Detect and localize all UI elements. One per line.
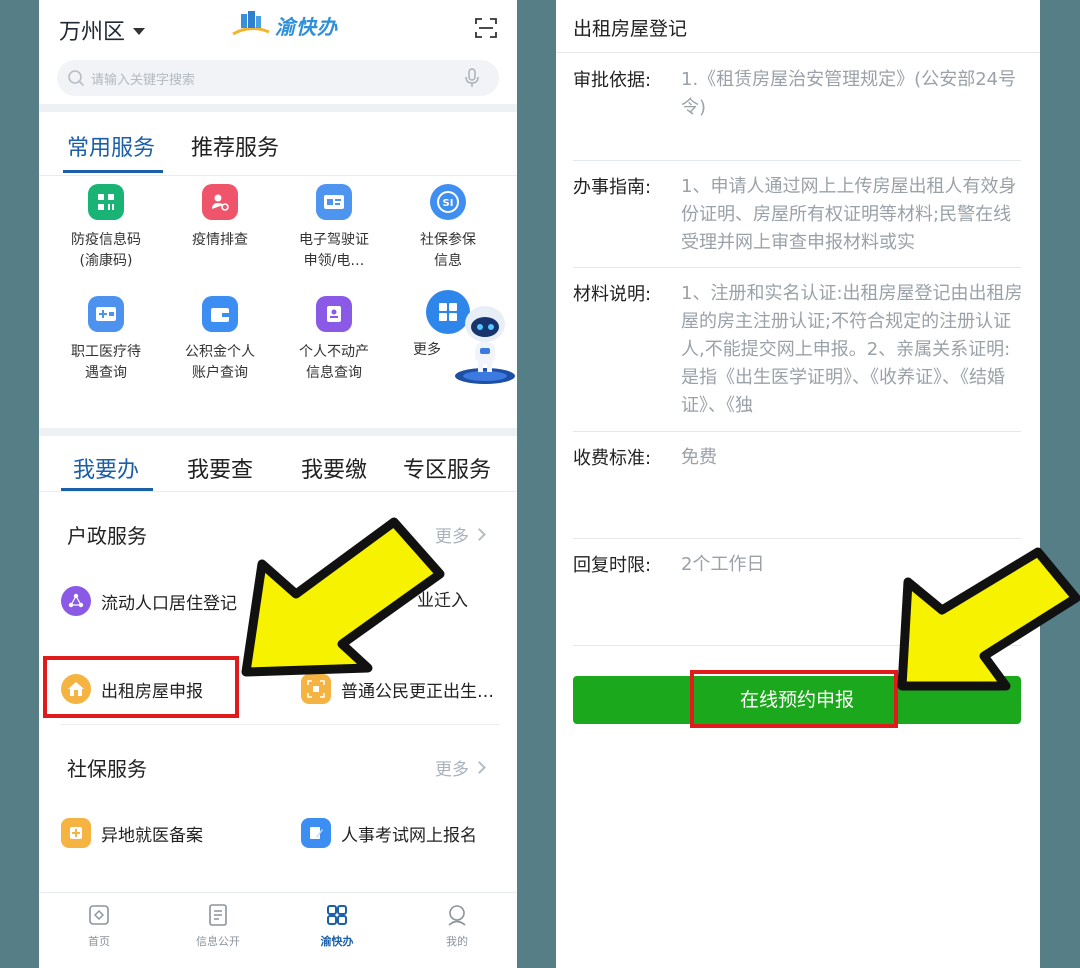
nav-yukuaiban[interactable]: 渝快办: [297, 903, 377, 949]
nav-label: 信息公开: [196, 935, 240, 948]
detail-row-guide: 办事指南: 1、申请人通过网上上传房屋出租人有效身份证明、房屋所有权证明等材料;…: [573, 161, 1021, 268]
service-tabs: 常用服务 推荐服务: [39, 112, 517, 176]
active-tab-indicator: [61, 488, 153, 491]
search-icon: [68, 70, 85, 87]
highlight-box: [690, 670, 898, 728]
detail-row-approval-basis: 审批依据: 1.《租赁房屋治安管理规定》(公安部24号令): [573, 54, 1021, 161]
grid-label: 电子驾驶证 申领/电…: [299, 232, 369, 269]
share-nodes-icon: [61, 586, 91, 616]
row-label: 收费标准:: [573, 448, 652, 469]
grid-item-driver-license[interactable]: 电子驾驶证 申领/电…: [275, 184, 393, 272]
scan-icon[interactable]: [475, 18, 497, 38]
region-label: 万州区: [59, 20, 126, 45]
search-bar[interactable]: 请输入关键字搜索: [57, 60, 499, 96]
divider: [39, 104, 517, 112]
right-phone-screen: 出租房屋登记 审批依据: 1.《租赁房屋治安管理规定》(公安部24号令) 办事指…: [556, 0, 1040, 968]
nav-label: 我的: [446, 935, 468, 948]
row-value: 免费: [681, 447, 717, 468]
grid-item-health-code[interactable]: 防疫信息码 (渝康码): [47, 184, 165, 272]
social-security-icon: SI: [430, 184, 466, 220]
nav-mine[interactable]: 我的: [417, 903, 497, 949]
medical-card-icon: [88, 296, 124, 332]
section-title-social-security: 社保服务: [67, 757, 147, 781]
grid-label: 社保参保 信息: [420, 232, 476, 269]
grid-label: 防疫信息码 (渝康码): [71, 232, 141, 269]
detail-row-materials: 材料说明: 1、注册和实名认证:出租房屋登记由出租房屋的房主注册认证;不符合规定…: [573, 268, 1023, 432]
logo-text: 渝快办: [275, 14, 338, 39]
property-icon: [316, 296, 352, 332]
row-value: 1、申请人通过网上上传房屋出租人有效身份证明、房屋所有权证明等材料;民警在线受理…: [681, 176, 1017, 253]
grid-label: 公积金个人 账户查询: [185, 344, 255, 381]
page-title: 出租房屋登记: [573, 18, 688, 40]
divider: [61, 724, 499, 725]
grid-label: 个人不动产 信息查询: [299, 344, 369, 381]
active-tab-indicator: [63, 170, 163, 173]
chevron-right-icon: [473, 528, 486, 541]
service-label: 流动人口居住登记: [101, 593, 237, 614]
row-label: 办事指南:: [573, 177, 652, 198]
nav-info-disclosure[interactable]: 信息公开: [178, 903, 258, 949]
row-value: 1、注册和实名认证:出租房屋登记由出租房屋的房主注册认证;不符合规定的注册认证人…: [681, 283, 1023, 416]
tab-special-zone[interactable]: 专区服务: [403, 452, 491, 484]
divider: [556, 52, 1040, 53]
search-placeholder: 请输入关键字搜索: [91, 72, 196, 88]
tab-i-want-to-query[interactable]: 我要查: [187, 452, 253, 484]
caret-down-icon: [133, 27, 146, 35]
left-phone-screen: 万州区 渝快办 请输入关键字搜索 常用服务 推荐服务 防疫信息码 (渝康码) 疫…: [39, 0, 517, 968]
pointer-arrow-left: [241, 517, 445, 677]
pointer-arrow-right: [897, 547, 1080, 691]
bottom-navigation: 首页 信息公开 渝快办 我的: [39, 892, 517, 968]
grid-item-epidemic-check[interactable]: 疫情排查: [161, 184, 279, 251]
tab-recommended-services[interactable]: 推荐服务: [191, 130, 279, 162]
divider: [39, 428, 517, 436]
profile-icon: [448, 905, 466, 926]
grid-apps-icon: [327, 905, 347, 925]
top-bar: 万州区 渝快办 请输入关键字搜索: [39, 0, 517, 104]
robot-assistant-icon[interactable]: [447, 300, 517, 388]
detail-row-fee: 收费标准: 免费: [573, 432, 1021, 539]
tab-i-want-to-pay[interactable]: 我要缴: [301, 452, 367, 484]
service-label: 异地就医备案: [101, 825, 203, 846]
grid-item-social-insurance[interactable]: SI 社保参保 信息: [389, 184, 507, 272]
nav-home[interactable]: 首页: [59, 903, 139, 949]
row-label: 材料说明:: [573, 284, 652, 305]
chevron-right-icon: [473, 761, 486, 774]
nav-label: 首页: [88, 935, 110, 948]
section-title-household: 户政服务: [67, 524, 147, 548]
service-remote-medical[interactable]: 异地就医备案: [61, 818, 203, 848]
wallet-icon: [202, 296, 238, 332]
grid-item-real-estate[interactable]: 个人不动产 信息查询: [275, 296, 393, 384]
service-floating-population[interactable]: 流动人口居住登记: [61, 586, 237, 616]
more-link-social-security[interactable]: 更多: [435, 755, 486, 780]
qr-code-icon: [88, 184, 124, 220]
row-label: 回复时限:: [573, 555, 652, 576]
grid-label: 疫情排查: [192, 232, 248, 248]
grid-item-housing-fund[interactable]: 公积金个人 账户查询: [161, 296, 279, 384]
tab-common-services[interactable]: 常用服务: [67, 130, 155, 162]
app-logo: 渝快办: [231, 10, 338, 40]
more-label: 更多: [435, 760, 469, 780]
microphone-icon[interactable]: [463, 68, 481, 88]
svg-text:SI: SI: [443, 198, 454, 209]
grid-item-medical-benefits[interactable]: 职工医疗待 遇查询: [47, 296, 165, 384]
highlight-box: [43, 656, 239, 718]
medical-folder-icon: [61, 818, 91, 848]
service-label: 人事考试网上报名: [341, 825, 477, 846]
home-icon: [89, 905, 109, 925]
row-value: 1.《租赁房屋治安管理规定》(公安部24号令): [681, 69, 1017, 118]
person-search-icon: [202, 184, 238, 220]
tab-i-want-to-handle[interactable]: 我要办: [73, 452, 139, 484]
region-selector[interactable]: 万州区: [59, 14, 146, 46]
document-icon: [209, 904, 227, 926]
nav-label: 渝快办: [320, 935, 354, 948]
service-exam-registration[interactable]: 人事考试网上报名: [301, 818, 477, 848]
logo-building-icon: [232, 11, 270, 36]
edit-document-icon: [301, 818, 331, 848]
action-tabs: 我要办 我要查 我要缴 专区服务: [39, 436, 517, 492]
row-label: 审批依据:: [573, 70, 652, 91]
license-card-icon: [316, 184, 352, 220]
grid-label: 职工医疗待 遇查询: [71, 344, 141, 381]
